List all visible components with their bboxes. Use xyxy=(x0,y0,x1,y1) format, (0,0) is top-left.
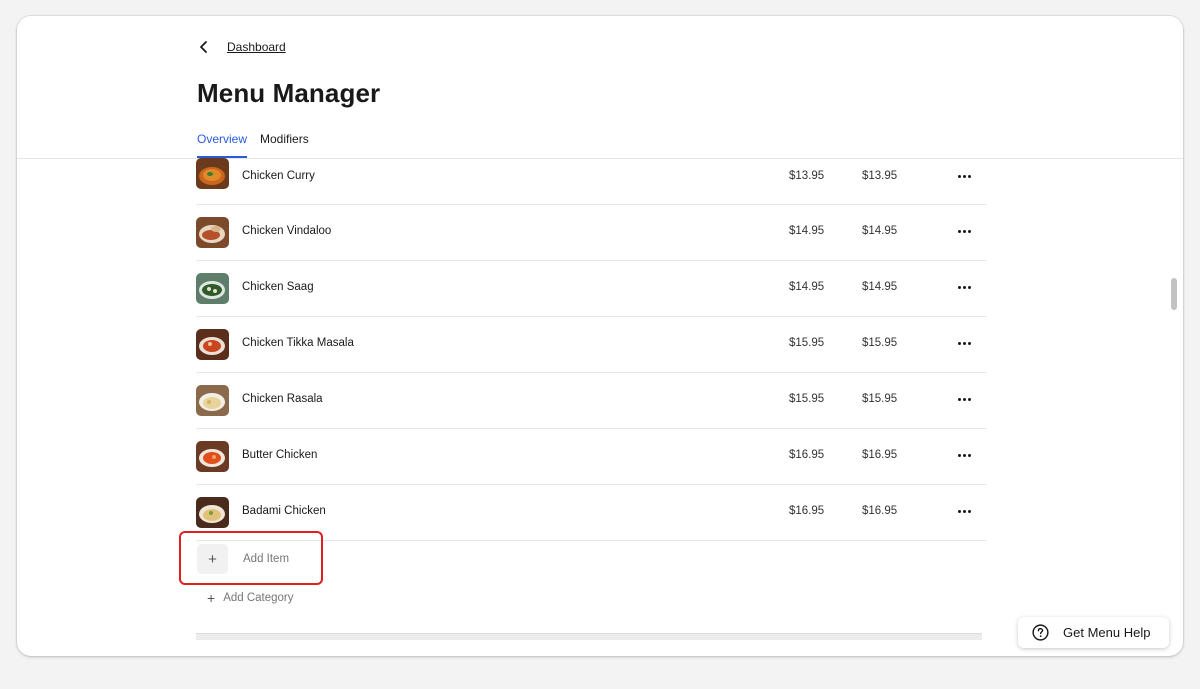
add-category-label: Add Category xyxy=(223,592,294,604)
item-price-secondary: $14.95 xyxy=(862,281,898,293)
page-title: Menu Manager xyxy=(197,78,381,108)
tab-bar: Overview Modifiers xyxy=(197,128,322,158)
chevron-left-icon[interactable] xyxy=(197,40,211,54)
back-to-dashboard[interactable]: Dashboard xyxy=(197,40,286,54)
item-price-secondary: $15.95 xyxy=(862,337,898,349)
add-category-button[interactable]: + Add Category xyxy=(207,590,294,606)
add-item-button[interactable]: + xyxy=(197,544,228,574)
tab-overview[interactable]: Overview xyxy=(197,128,248,158)
more-options-icon[interactable] xyxy=(956,277,972,297)
item-name: Badami Chicken xyxy=(242,505,326,517)
item-name: Butter Chicken xyxy=(242,449,318,461)
item-price: $14.95 xyxy=(789,281,825,293)
item-price-secondary: $13.95 xyxy=(862,170,898,182)
help-label: Get Menu Help xyxy=(1063,625,1151,640)
item-thumbnail xyxy=(196,385,229,416)
more-options-icon[interactable] xyxy=(956,333,972,353)
item-thumbnail xyxy=(196,158,229,189)
item-price: $15.95 xyxy=(789,393,825,405)
more-options-icon[interactable] xyxy=(956,389,972,409)
item-name: Chicken Vindaloo xyxy=(242,225,332,237)
more-options-icon[interactable] xyxy=(956,445,972,465)
item-price-secondary: $16.95 xyxy=(862,505,898,517)
item-price: $15.95 xyxy=(789,337,825,349)
get-menu-help-button[interactable]: Get Menu Help xyxy=(1018,617,1169,648)
menu-item-row[interactable]: Chicken Vindaloo $14.95 $14.95 xyxy=(196,205,986,261)
tab-modifiers[interactable]: Modifiers xyxy=(260,128,309,158)
app-window: Dashboard Menu Manager Overview Modifier… xyxy=(17,16,1183,656)
item-thumbnail xyxy=(196,329,229,360)
dashboard-link[interactable]: Dashboard xyxy=(227,40,286,54)
item-price-secondary: $15.95 xyxy=(862,393,898,405)
more-options-icon[interactable] xyxy=(956,166,972,186)
item-name: Chicken Rasala xyxy=(242,393,323,405)
item-thumbnail xyxy=(196,217,229,248)
item-price-secondary: $14.95 xyxy=(862,225,898,237)
item-price: $16.95 xyxy=(789,449,825,461)
section-divider xyxy=(196,633,982,640)
menu-item-row[interactable]: Chicken Tikka Masala $15.95 $15.95 xyxy=(196,317,986,373)
item-price: $14.95 xyxy=(789,225,825,237)
scrollbar-thumb[interactable] xyxy=(1171,278,1177,310)
item-name: Chicken Saag xyxy=(242,281,314,293)
item-price: $16.95 xyxy=(789,505,825,517)
menu-item-row[interactable]: Chicken Saag $14.95 $14.95 xyxy=(196,261,986,317)
item-price-secondary: $16.95 xyxy=(862,449,898,461)
question-circle-icon xyxy=(1032,624,1049,641)
menu-item-row[interactable]: Butter Chicken $16.95 $16.95 xyxy=(196,429,986,485)
add-item-label[interactable]: Add Item xyxy=(243,553,289,565)
menu-item-list: Chicken Curry $13.95 $13.95 Chicken Vind… xyxy=(196,158,986,541)
item-price: $13.95 xyxy=(789,170,825,182)
more-options-icon[interactable] xyxy=(956,501,972,521)
menu-item-row[interactable]: Chicken Curry $13.95 $13.95 xyxy=(196,158,986,205)
page-header: Dashboard Menu Manager Overview Modifier… xyxy=(17,16,1183,159)
item-name: Chicken Tikka Masala xyxy=(242,337,354,349)
item-thumbnail xyxy=(196,441,229,472)
item-thumbnail xyxy=(196,497,229,528)
more-options-icon[interactable] xyxy=(956,221,972,241)
plus-icon: + xyxy=(207,590,216,606)
item-thumbnail xyxy=(196,273,229,304)
menu-item-row[interactable]: Chicken Rasala $15.95 $15.95 xyxy=(196,373,986,429)
item-name: Chicken Curry xyxy=(242,170,315,182)
